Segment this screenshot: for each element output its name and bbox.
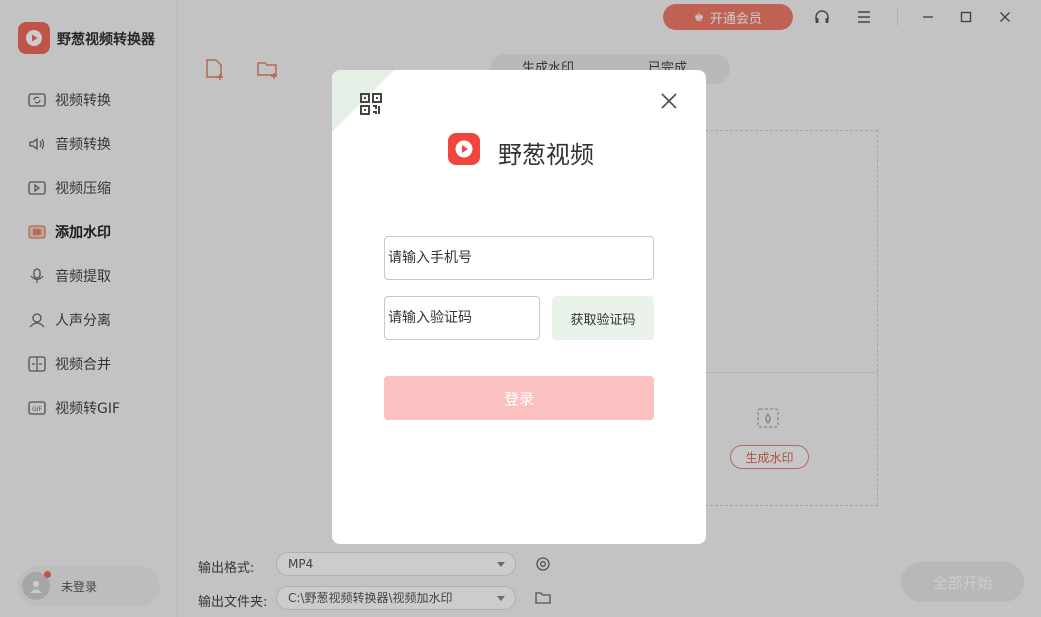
brand-name: 野葱视频 bbox=[498, 141, 594, 169]
login-button[interactable]: 登录 bbox=[384, 376, 654, 420]
close-icon[interactable] bbox=[658, 90, 680, 112]
verification-code-input[interactable] bbox=[384, 296, 540, 340]
login-modal: 野葱视频 获取验证码 登录 bbox=[332, 70, 706, 544]
brand-logo-icon bbox=[448, 133, 480, 165]
get-code-button[interactable]: 获取验证码 bbox=[552, 296, 654, 340]
qr-code-icon[interactable] bbox=[360, 93, 382, 115]
phone-input[interactable] bbox=[384, 236, 654, 280]
